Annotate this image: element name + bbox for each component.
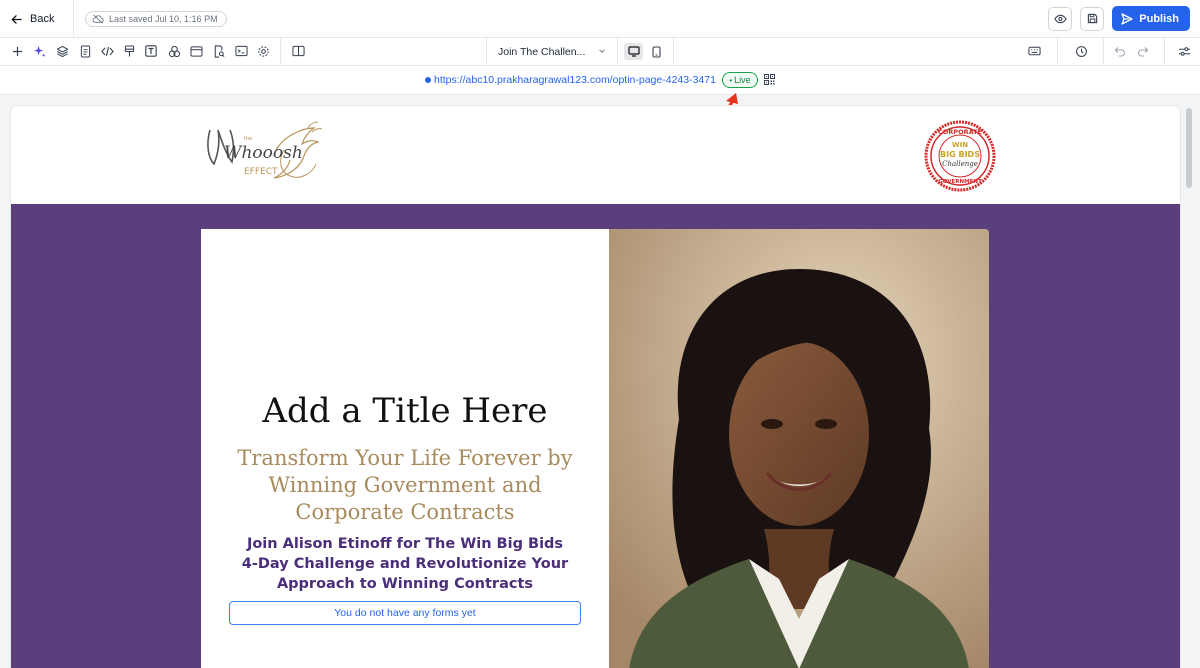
undo-button[interactable] (1113, 44, 1127, 58)
scrollbar-thumb[interactable] (1186, 108, 1192, 188)
publish-button[interactable]: Publish (1112, 6, 1190, 31)
file-search-icon (214, 44, 225, 58)
terminal-icon (234, 45, 248, 57)
hero-subtitle[interactable]: Transform Your Life Forever by Winning G… (225, 445, 585, 526)
page-settings-button[interactable] (1177, 44, 1191, 58)
layers-button[interactable] (55, 44, 69, 58)
keyboard-shortcuts-button[interactable] (1027, 44, 1041, 58)
toolbar-divider (617, 38, 618, 66)
toolbar-divider (1164, 38, 1165, 66)
logo-left-line3: EFFECT (244, 167, 278, 177)
live-dot-icon: • (729, 75, 733, 85)
page-url-link[interactable]: https://abc10.prakharagrawal123.com/opti… (434, 74, 716, 86)
logo-right-middle1: WIN (952, 141, 968, 149)
add-icon (12, 46, 22, 56)
back-button[interactable]: Back (0, 0, 74, 38)
mobile-view-button[interactable] (647, 43, 666, 60)
logo-left-line2: Whooosh (224, 143, 303, 163)
top-bar: Back Last saved Jul 10, 1:16 PM Publish (0, 0, 1200, 38)
toolbar-divider (1103, 38, 1104, 66)
tracking-code-button[interactable] (234, 44, 248, 58)
history-button[interactable] (1074, 44, 1088, 58)
live-status-text: Live (734, 75, 751, 85)
hero-section[interactable]: Add a Title Here Transform Your Life For… (11, 204, 1180, 668)
sections-button[interactable] (189, 44, 203, 58)
logo-left-line1: the (244, 136, 252, 142)
arrow-left-icon (11, 14, 22, 24)
elements-button[interactable] (167, 44, 181, 58)
back-label: Back (30, 13, 55, 25)
settings-cog-icon (257, 45, 269, 57)
page-icon (80, 44, 90, 58)
logo-right-middle3: Challenge (942, 160, 978, 168)
code-icon (100, 46, 114, 56)
page-selector[interactable]: Join The Challen... (487, 38, 617, 66)
portrait-illustration (609, 229, 989, 668)
logo-right-bottom: GOVERNMENT (938, 179, 982, 185)
page-selector-value: Join The Challen... (498, 46, 586, 58)
form-placeholder[interactable]: You do not have any forms yet (229, 601, 581, 625)
shapes-icon (168, 45, 180, 57)
redo-button[interactable] (1136, 44, 1150, 58)
send-icon (1121, 12, 1133, 25)
page-header-section[interactable]: the Whooosh EFFECT CORPORATE WIN BIG BID… (11, 106, 1180, 204)
url-status-dot (425, 77, 431, 83)
undo-icon (1114, 46, 1125, 57)
whooosh-effect-logo[interactable]: the Whooosh EFFECT (204, 120, 326, 186)
last-saved-text: Last saved Jul 10, 1:16 PM (109, 14, 218, 24)
pages-button[interactable] (78, 44, 92, 58)
toolbar-divider (673, 38, 674, 66)
hero-title[interactable]: Add a Title Here (201, 391, 609, 431)
columns-icon (291, 45, 305, 57)
live-status-badge: • Live (722, 72, 758, 88)
styles-button[interactable] (122, 44, 136, 58)
toolbar-divider (280, 38, 281, 66)
keyboard-icon (1027, 46, 1041, 56)
toolbar-divider (1057, 38, 1058, 66)
seo-button[interactable] (212, 44, 226, 58)
sliders-icon (1178, 46, 1190, 56)
logo-right-top: CORPORATE (938, 128, 982, 136)
monitor-icon (627, 46, 640, 57)
hero-portrait-image[interactable] (609, 229, 989, 668)
paint-icon (124, 44, 134, 57)
last-saved-badge: Last saved Jul 10, 1:16 PM (85, 11, 227, 27)
hero-description[interactable]: Join Alison Etinoff for The Win Big Bids… (237, 534, 573, 594)
eye-icon (1054, 14, 1067, 23)
logo-right-middle2: BIG BIDS (940, 150, 980, 159)
publish-label: Publish (1139, 12, 1179, 25)
preview-button[interactable] (1048, 6, 1073, 31)
desktop-view-button[interactable] (624, 43, 643, 60)
typography-button[interactable] (144, 44, 158, 58)
canvas-scrollbar[interactable] (1185, 106, 1193, 666)
text-icon (145, 45, 157, 57)
add-element-button[interactable] (10, 44, 24, 58)
layout-icon (189, 45, 203, 57)
sparkle-icon (33, 45, 46, 57)
qr-code-icon[interactable] (764, 74, 775, 85)
ai-button[interactable] (32, 44, 46, 58)
chevron-down-icon (599, 49, 605, 53)
smartphone-icon (652, 45, 661, 58)
hero-content-column[interactable]: Add a Title Here Transform Your Life For… (201, 229, 609, 668)
win-big-bids-seal-logo[interactable]: CORPORATE WIN BIG BIDS Challenge GOVERNM… (924, 120, 996, 192)
floppy-disk-icon (1087, 13, 1097, 24)
layers-icon (56, 45, 68, 57)
save-button[interactable] (1080, 6, 1105, 31)
settings-button[interactable] (256, 44, 270, 58)
editor-toolbar: Join The Challen... (0, 38, 1200, 66)
redo-icon (1138, 46, 1149, 57)
cloud-off-icon (92, 14, 104, 24)
custom-code-button[interactable] (100, 44, 114, 58)
history-clock-icon (1075, 45, 1087, 57)
split-view-button[interactable] (291, 44, 305, 58)
page-canvas: the Whooosh EFFECT CORPORATE WIN BIG BID… (11, 106, 1180, 668)
